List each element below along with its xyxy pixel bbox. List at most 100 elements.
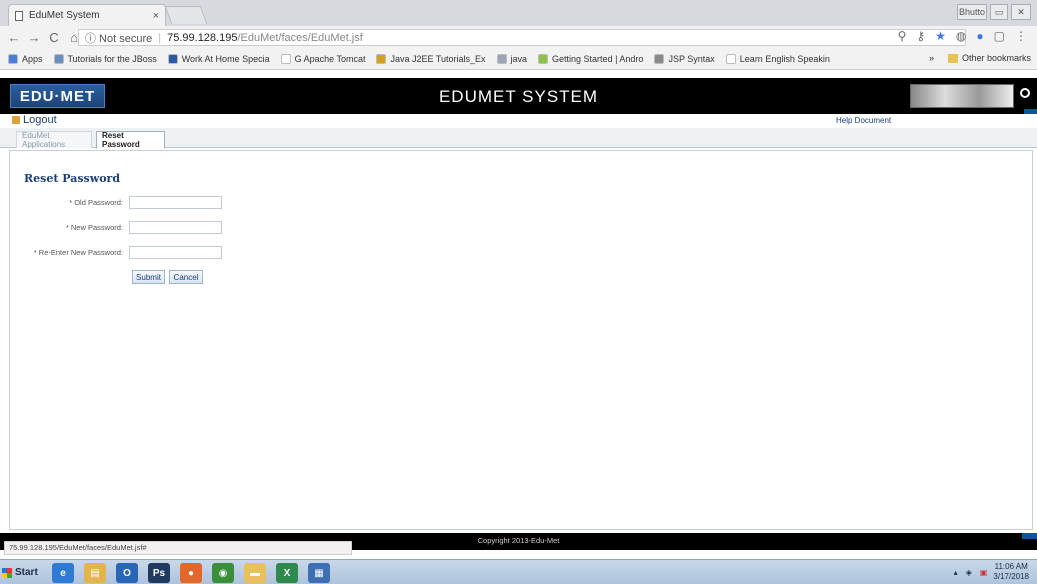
bookmark-favicon-icon [725,53,736,64]
bookmark-favicon-icon [496,53,507,64]
bookmark-item[interactable]: Work At Home Specia [167,53,270,64]
bookmark-label: JSP Syntax [668,53,715,64]
other-bookmarks[interactable]: Other bookmarks [962,53,1031,63]
bookmark-label: Tutorials for the JBoss [67,53,157,64]
bookmark-favicon-icon [376,53,387,64]
zoom-icon[interactable]: ⚲ [898,29,907,43]
bookmark-favicon-icon [654,53,665,64]
clock-date: 3/17/2018 [993,572,1029,581]
app-header: EDU·MET EDUMET SYSTEM [0,78,1037,114]
new-password-input[interactable] [129,221,222,234]
bookmark-item[interactable]: Apps [8,53,43,64]
key-icon[interactable]: ⚷ [916,29,925,43]
photoshop-icon[interactable]: Ps [148,563,170,583]
tray-network-icon[interactable]: ◈ [966,568,972,577]
old-password-label: * Old Password: [69,198,123,207]
close-tab-icon[interactable]: × [153,10,159,22]
submit-button[interactable]: Submit [132,270,165,284]
firefox-icon[interactable]: ● [180,563,202,583]
logout-link[interactable]: Logout [12,114,57,126]
start-label: Start [15,567,38,578]
reload-icon[interactable]: C [46,30,62,45]
bookmark-favicon-icon [538,53,549,64]
windows-logo-icon [2,567,12,578]
new-tab-button[interactable] [164,6,208,24]
bookmark-label: Work At Home Specia [181,53,270,64]
page-icon [15,10,23,21]
editor-icon[interactable]: ▦ [308,563,330,583]
extension-icon-3[interactable]: ▢ [994,29,1005,43]
extension-icon[interactable]: ◍ [956,29,966,43]
bookmark-favicon-icon [167,53,178,64]
chrome-icon[interactable]: ◉ [212,563,234,583]
system-tray: ▴ ◈ ▣ 11:06 AM 3/17/2018 [954,562,1029,582]
new-password-label: * New Password: [65,223,123,232]
outlook-icon[interactable]: O [116,563,138,583]
toolbar-actions: ⚲ ⚷ ★ ◍ ● ▢ ⋮ [898,29,1027,43]
bookmark-item[interactable]: Tutorials for the JBoss [53,53,157,64]
browser-tab[interactable]: EduMet System × [8,4,166,26]
app-title: EDUMET SYSTEM [438,87,599,106]
browser-tab-strip: EduMet System × Bhutto ▭ ✕ [0,0,1037,26]
bookmark-item[interactable]: Learn English Speakin [725,53,830,64]
menu-icon[interactable]: ⋮ [1015,29,1027,43]
clock[interactable]: 11:06 AM 3/17/2018 [993,562,1029,582]
bookmark-label: Apps [22,53,43,64]
reenter-password-input[interactable] [129,246,222,259]
tab-edumet-applications[interactable]: EduMet Applications [16,131,92,149]
tray-flag-icon[interactable]: ▴ [954,568,958,577]
address-bar[interactable]: ⓘ Not secure | 75.99.128.195 /EduMet/fac… [78,29,966,46]
bookmarks-overflow: » Other bookmarks [929,53,1031,63]
close-window-button[interactable]: ✕ [1011,4,1031,20]
logout-label: Logout [23,114,57,126]
profile-button[interactable]: Bhutto [957,4,987,20]
user-bar: Logout Help Document [0,114,1037,128]
reset-password-panel: Reset Password * Old Password: * New Pas… [9,150,1033,530]
bookmark-label: java [510,53,528,64]
browser-toolbar: ← → C ⌂ ⓘ Not secure | 75.99.128.195 /Ed… [0,26,1037,48]
restore-button[interactable]: ▭ [990,4,1008,20]
bookmark-item[interactable]: G Apache Tomcat [280,53,366,64]
form-heading: Reset Password [24,172,121,185]
reenter-password-label: * Re-Enter New Password: [33,248,123,257]
header-circle-icon[interactable] [1020,88,1030,98]
status-url: 75.99.128.195/EduMet/faces/EduMet.jsf# [4,541,352,555]
url-host: 75.99.128.195 [167,31,238,44]
folder-icon[interactable]: ▬ [244,563,266,583]
bookmark-favicon-icon [53,53,64,64]
logout-icon [12,116,20,124]
security-indicator[interactable]: ⓘ Not secure [85,30,152,46]
bookmark-favicon-icon [280,53,291,64]
excel-icon[interactable]: X [276,563,298,583]
old-password-input[interactable] [129,196,222,209]
clock-time: 11:06 AM [994,562,1028,571]
bookmark-item[interactable]: Getting Started | Andro [538,53,644,64]
tab-reset-password[interactable]: Reset Password [96,131,165,149]
bookmark-item[interactable]: JSP Syntax [654,53,715,64]
bookmarks-bar: Apps Tutorials for the JBoss Work At Home … [0,48,1037,70]
bookmark-label: Learn English Speakin [739,53,830,64]
app-tab-bar: EduMet Applications Reset Password [0,128,1037,149]
cancel-button[interactable]: Cancel [169,270,203,284]
folder-icon [947,53,958,63]
url-path: /EduMet/faces/EduMet.jsf [237,31,363,44]
bookmark-label: Getting Started | Andro [552,53,644,64]
forward-icon[interactable]: → [26,30,42,45]
start-button[interactable]: Start [2,563,46,582]
help-document-link[interactable]: Help Document [836,116,891,125]
bookmarks-more-button[interactable]: » [929,53,934,63]
bookmark-item[interactable]: Java J2EE Tutorials_Ex [376,53,486,64]
explorer-icon[interactable]: ▤ [84,563,106,583]
bookmark-favicon-icon [8,53,18,64]
browser-tab-title: EduMet System [29,10,100,21]
address-separator: | [158,31,162,44]
ie-icon[interactable]: e [52,563,74,583]
footer-collapse-tab[interactable] [1022,533,1037,539]
tray-pdf-icon[interactable]: ▣ [980,568,988,577]
back-icon[interactable]: ← [6,30,22,45]
extension-icon-2[interactable]: ● [976,29,983,43]
header-banner-image [910,84,1014,108]
bookmark-label: G Apache Tomcat [294,53,366,64]
bookmark-star-icon[interactable]: ★ [935,29,946,43]
bookmark-item[interactable]: java [496,53,528,64]
